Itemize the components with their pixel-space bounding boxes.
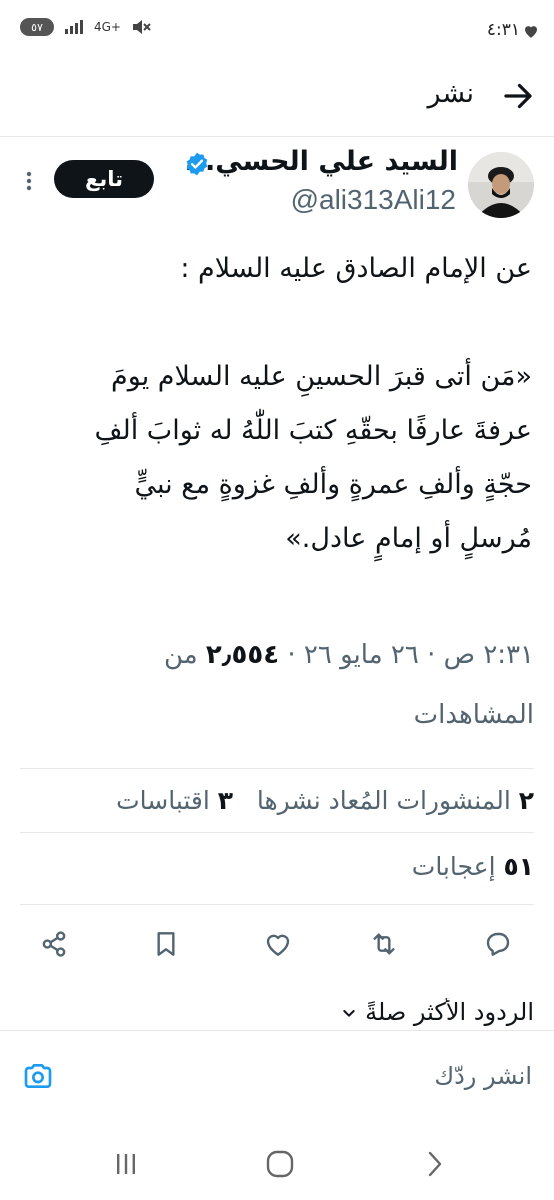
- quotes-stat[interactable]: ٣ اقتباسات: [116, 786, 233, 815]
- back-arrow-icon[interactable]: [500, 78, 536, 114]
- battery-icon: ٥٧: [20, 18, 54, 36]
- back-nav-icon[interactable]: [422, 1148, 446, 1180]
- bookmark-icon[interactable]: [150, 928, 182, 960]
- more-options-icon[interactable]: [24, 170, 34, 192]
- like-icon[interactable]: [262, 928, 294, 960]
- signal-icon: [65, 20, 83, 34]
- quotes-label: اقتباسات: [116, 786, 210, 815]
- likes-count: ٥١: [503, 852, 534, 881]
- likes-stat[interactable]: ٥١ إعجابات: [412, 852, 534, 881]
- quotes-count: ٣: [217, 786, 234, 815]
- avatar[interactable]: [468, 152, 534, 218]
- views-label-part1: من: [163, 640, 198, 670]
- retweet-icon[interactable]: [368, 928, 400, 960]
- reposts-count: ٢: [518, 786, 534, 815]
- replies-sort-dropdown[interactable]: الردود الأكثر صلةً: [341, 998, 534, 1028]
- system-nav-bar: [0, 1130, 554, 1200]
- chevron-down-icon: [343, 1010, 356, 1017]
- status-indicators: ٥٧ 4G+: [20, 18, 151, 36]
- header-divider: [0, 136, 554, 137]
- reposts-label: المنشورات المُعاد نشرها: [256, 786, 511, 815]
- home-icon[interactable]: [264, 1148, 296, 1180]
- follow-button[interactable]: تابع: [54, 160, 154, 198]
- tweet-text: عن الإمام الصادق عليه السلام : «مَن أتى …: [94, 253, 532, 554]
- tweet-meta: ٢:٣١ ص · ٢٦ مايو ٢٦ · ٢٫٥٥٤ من: [164, 640, 534, 670]
- page-title: نشر: [427, 78, 475, 109]
- stats-row: ٢ المنشورات المُعاد نشرها ٣ اقتباسات: [116, 786, 534, 815]
- reposts-stat[interactable]: ٢ المنشورات المُعاد نشرها: [257, 786, 534, 815]
- share-icon[interactable]: [38, 928, 70, 960]
- reply-icon[interactable]: [482, 928, 514, 960]
- top-bar: نشر: [0, 62, 554, 130]
- mute-icon: [133, 20, 151, 34]
- tweet-timestamp[interactable]: ٢:٣١ ص · ٢٦ مايو ٢٦: [304, 640, 534, 670]
- stats-divider-top: [20, 768, 534, 769]
- reply-input[interactable]: انشر ردّك: [434, 1062, 532, 1090]
- recent-apps-icon[interactable]: [112, 1150, 140, 1178]
- heart-status-icon: [525, 26, 537, 38]
- meta-separator: ·: [279, 640, 296, 670]
- author-name[interactable]: السيد علي الحسي...: [185, 146, 458, 177]
- replies-sort-label: الردود الأكثر صلةً: [365, 998, 534, 1026]
- reply-divider: [0, 1030, 554, 1031]
- stats-divider-middle: [20, 832, 534, 833]
- network-type: 4G+: [94, 20, 121, 34]
- verified-badge-icon[interactable]: [184, 151, 210, 177]
- views-count: ٢٫٥٥٤: [205, 640, 280, 670]
- views-label-part2: المشاهدات: [413, 700, 534, 730]
- stats-divider-bottom: [20, 904, 534, 905]
- clock: ٤:٣١: [486, 20, 520, 40]
- camera-icon[interactable]: [22, 1060, 54, 1092]
- likes-label: إعجابات: [411, 852, 496, 881]
- author-handle[interactable]: @ali313Ali12: [291, 184, 456, 216]
- status-bar: ٥٧ 4G+ ٤:٣١: [0, 0, 554, 62]
